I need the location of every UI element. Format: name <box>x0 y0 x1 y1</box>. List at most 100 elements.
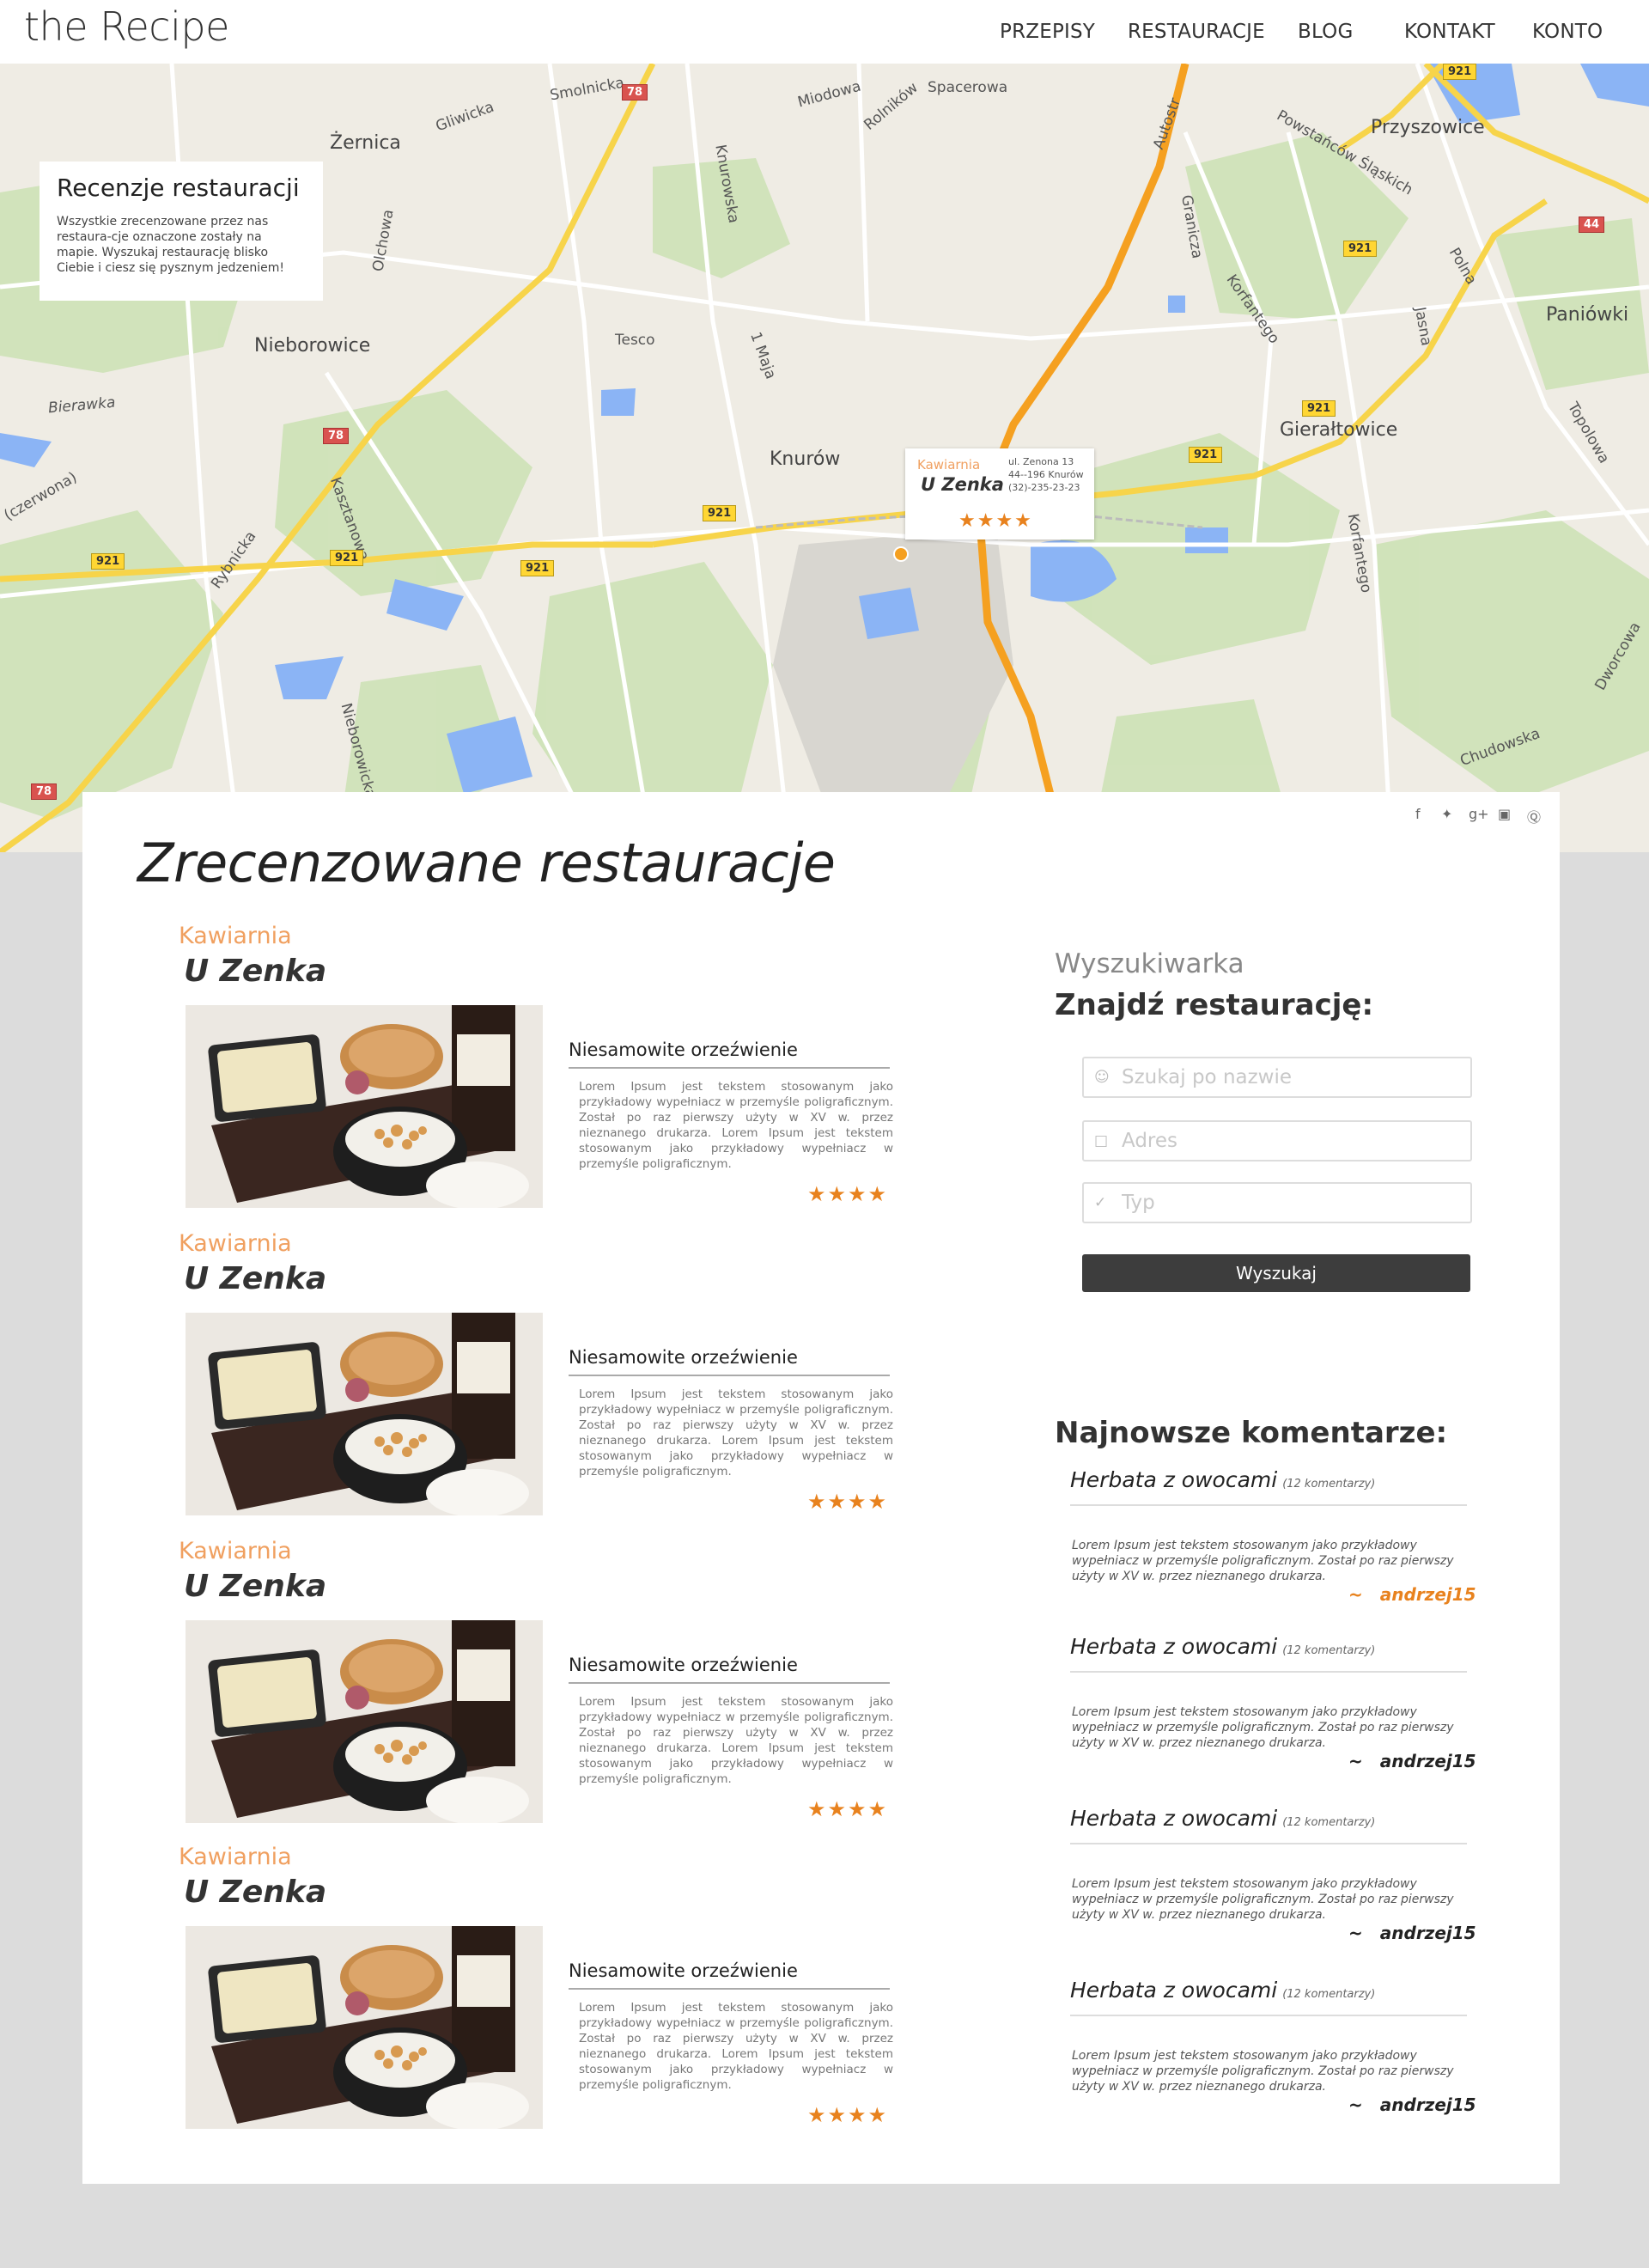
pin-phone: (32)-235-23-23 <box>1008 482 1080 493</box>
food-photo-illustration <box>186 1926 543 2129</box>
comment-item[interactable]: Herbata z owocami (12 komentarzy) Lorem I… <box>1070 1806 1476 1969</box>
comment-topic[interactable]: Herbata z owocami <box>1070 1634 1277 1659</box>
road-sign-921: 921 <box>1443 64 1477 80</box>
comment-count: (12 komentarzy) <box>1282 1816 1376 1829</box>
review-photo[interactable] <box>186 1620 543 1823</box>
type-input[interactable] <box>1122 1189 1457 1216</box>
food-photo-illustration <box>186 1620 543 1823</box>
map-label-zernica: Żernica <box>330 132 401 154</box>
author-name[interactable]: andrzej15 <box>1380 1923 1476 1943</box>
author-tilde: ~ <box>1348 2094 1363 2115</box>
road-sign-921: 921 <box>703 505 737 521</box>
food-photo-illustration <box>186 1005 543 1208</box>
author-tilde: ~ <box>1348 1584 1363 1605</box>
author-tilde: ~ <box>1348 1923 1363 1943</box>
review-card[interactable]: Kawiarnia U Zenka Niesamowite orzeźwieni… <box>179 923 969 1228</box>
pin-type: Kawiarnia <box>917 457 981 472</box>
google-plus-icon[interactable]: g+ <box>1469 806 1489 822</box>
nav-przepisy[interactable]: PRZEPISY <box>1000 21 1095 43</box>
food-photo-illustration <box>186 1313 543 1515</box>
comment-text: Lorem Ipsum jest tekstem stosowanym jako… <box>1072 2049 1454 2094</box>
review-photo[interactable] <box>186 1005 543 1208</box>
comment-header: Herbata z owocami (12 komentarzy) <box>1070 1806 1467 1844</box>
road-sign-78: 78 <box>31 783 58 800</box>
map-label-tesco: Tesco <box>615 332 655 349</box>
map-marker-icon[interactable] <box>893 546 909 562</box>
review-name[interactable]: U Zenka <box>184 1261 326 1296</box>
nav-restauracje[interactable]: RESTAURACJE <box>1128 21 1265 43</box>
name-search-field[interactable]: ☺ <box>1082 1057 1472 1098</box>
review-headline: Niesamowite orzeźwienie <box>569 1960 890 1990</box>
review-photo[interactable] <box>186 1926 543 2129</box>
author-name[interactable]: andrzej15 <box>1380 1584 1476 1605</box>
comment-item[interactable]: Herbata z owocami (12 komentarzy) Lorem I… <box>1070 1634 1476 1797</box>
site-logo[interactable]: the Recipe <box>24 3 229 50</box>
map-label-gieraltowice: Gierałtowice <box>1280 419 1398 441</box>
comment-topic[interactable]: Herbata z owocami <box>1070 1467 1277 1492</box>
author-tilde: ~ <box>1348 1751 1363 1771</box>
review-card[interactable]: Kawiarnia U Zenka Niesamowite orzeźwieni… <box>179 1538 969 1844</box>
author-name[interactable]: andrzej15 <box>1380 1751 1476 1771</box>
name-search-input[interactable] <box>1122 1064 1457 1091</box>
rating-stars-icon: ★★★★ <box>807 2103 889 2127</box>
map-info-card: Recenzje restauracji Wszystkie zrecenzow… <box>40 162 323 301</box>
review-card[interactable]: Kawiarnia U Zenka Niesamowite orzeźwieni… <box>179 1844 969 2149</box>
pin-address-line1: ul. Zenona 13 <box>1008 456 1074 467</box>
review-name[interactable]: U Zenka <box>184 1569 326 1604</box>
road-sign-921: 921 <box>1343 241 1378 257</box>
author-name[interactable]: andrzej15 <box>1380 2094 1476 2115</box>
review-text: Lorem Ipsum jest tekstem stosowanym jako… <box>579 1387 893 1478</box>
comment-count: (12 komentarzy) <box>1282 1644 1376 1657</box>
rating-stars-icon: ★★★★ <box>807 1797 889 1821</box>
review-headline: Niesamowite orzeźwienie <box>569 1347 890 1376</box>
search-subtitle: Wyszukiwarka <box>1055 948 1244 979</box>
nav-kontakt[interactable]: KONTAKT <box>1404 21 1495 43</box>
review-type: Kawiarnia <box>179 1538 292 1564</box>
comment-author[interactable]: ~ andrzej15 <box>1348 2094 1476 2115</box>
review-headline: Niesamowite orzeźwienie <box>569 1040 890 1069</box>
nav-blog[interactable]: BLOG <box>1298 21 1354 43</box>
review-text: Lorem Ipsum jest tekstem stosowanym jako… <box>579 1080 893 1171</box>
address-input[interactable] <box>1122 1127 1457 1155</box>
map-card-title: Recenzje restauracji <box>57 174 300 202</box>
comment-topic[interactable]: Herbata z owocami <box>1070 1978 1277 2003</box>
review-type: Kawiarnia <box>179 923 292 949</box>
comment-topic[interactable]: Herbata z owocami <box>1070 1806 1277 1831</box>
review-text: Lorem Ipsum jest tekstem stosowanym jako… <box>579 2001 893 2092</box>
comment-header: Herbata z owocami (12 komentarzy) <box>1070 1634 1467 1673</box>
map-label-nieborowice: Nieborowice <box>254 335 371 357</box>
location-icon: □ <box>1094 1132 1109 1149</box>
comment-author[interactable]: ~ andrzej15 <box>1348 1584 1476 1605</box>
road-sign-921: 921 <box>1302 400 1336 417</box>
pinterest-icon[interactable]: Ⓠ <box>1527 806 1541 826</box>
review-card[interactable]: Kawiarnia U Zenka Niesamowite orzeźwieni… <box>179 1230 969 1536</box>
map-pin-popup[interactable]: Kawiarnia U Zenka ul. Zenona 13 44--196 … <box>905 448 1094 540</box>
twitter-icon[interactable]: ✦ <box>1441 806 1452 822</box>
comment-count: (12 komentarzy) <box>1282 1478 1376 1491</box>
comment-text: Lorem Ipsum jest tekstem stosowanym jako… <box>1072 1877 1454 1922</box>
review-type: Kawiarnia <box>179 1230 292 1257</box>
comment-item[interactable]: Herbata z owocami (12 komentarzy) Lorem I… <box>1070 1467 1476 1631</box>
map-card-text: Wszystkie zrecenzowane przez nas restaur… <box>57 215 285 275</box>
map-label-przyszowice: Przyszowice <box>1371 117 1485 138</box>
search-button[interactable]: Wyszukaj <box>1082 1254 1470 1292</box>
address-field[interactable]: □ <box>1082 1120 1472 1161</box>
comment-author[interactable]: ~ andrzej15 <box>1348 1751 1476 1771</box>
page-title: Zrecenzowane restauracje <box>137 832 836 894</box>
review-text: Lorem Ipsum jest tekstem stosowanym jako… <box>579 1695 893 1786</box>
restaurant-map[interactable]: Żernica Nieborowice Knurów Przyszowice G… <box>0 64 1649 852</box>
comment-text: Lorem Ipsum jest tekstem stosowanym jako… <box>1072 1705 1454 1750</box>
review-type: Kawiarnia <box>179 1844 292 1870</box>
review-name[interactable]: U Zenka <box>184 1875 326 1910</box>
rating-stars-icon: ★★★★ <box>807 1490 889 1514</box>
comment-author[interactable]: ~ andrzej15 <box>1348 1923 1476 1943</box>
review-name[interactable]: U Zenka <box>184 954 326 989</box>
comment-item[interactable]: Herbata z owocami (12 komentarzy) Lorem I… <box>1070 1978 1476 2141</box>
review-photo[interactable] <box>186 1313 543 1515</box>
nav-konto[interactable]: KONTO <box>1532 21 1603 43</box>
site-header: the Recipe PRZEPISY RESTAURACJE BLOG KON… <box>0 0 1649 64</box>
type-field[interactable]: ✓ <box>1082 1182 1472 1223</box>
comment-header: Herbata z owocami (12 komentarzy) <box>1070 1978 1467 2016</box>
facebook-icon[interactable]: f <box>1415 806 1421 822</box>
instagram-icon[interactable]: ▣ <box>1498 806 1511 822</box>
